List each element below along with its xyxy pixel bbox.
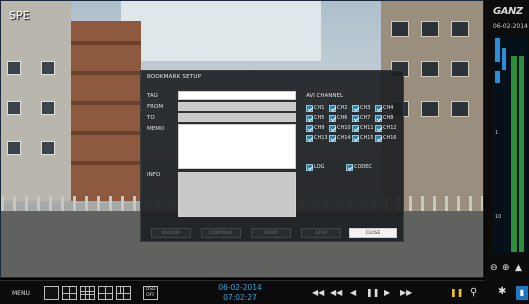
channel-checkbox-ch6[interactable]: CH6 bbox=[329, 114, 347, 122]
checkbox-icon bbox=[352, 104, 359, 112]
channel-checkbox-ch5[interactable]: CH5 bbox=[306, 114, 324, 122]
continue-button[interactable]: CONTINUE bbox=[201, 228, 241, 238]
zoom-in-icon[interactable]: ⊕ bbox=[502, 263, 510, 273]
step-forward-icon[interactable]: ▶ bbox=[384, 288, 390, 297]
channel-checkbox-ch8[interactable]: CH8 bbox=[375, 114, 393, 122]
fast-forward-icon[interactable]: ▶▶ bbox=[400, 288, 412, 297]
tag-label: TAG bbox=[147, 93, 158, 99]
checkbox-icon bbox=[306, 104, 313, 112]
memo-label: MEMO bbox=[147, 126, 165, 132]
bookmark-setup-dialog: BOOKMARK SETUP TAG FROM TO MEMO INFO AVI… bbox=[140, 70, 404, 242]
playback-time: 07:02:27 bbox=[223, 293, 257, 302]
rewind-start-icon[interactable]: ◀◀ bbox=[312, 288, 324, 297]
channel-checkbox-ch15[interactable]: CH15 bbox=[352, 134, 374, 142]
channel-checkbox-ch7[interactable]: CH7 bbox=[352, 114, 370, 122]
layout-8-icon[interactable] bbox=[98, 286, 113, 300]
fast-rewind-icon[interactable]: ◀◀ bbox=[330, 288, 342, 297]
channel-checkbox-ch14[interactable]: CH14 bbox=[329, 134, 351, 142]
layout-9-icon[interactable] bbox=[80, 286, 95, 300]
channel-checkbox-ch9[interactable]: CH9 bbox=[306, 124, 324, 132]
info-field bbox=[178, 172, 296, 217]
fullscreen-layout-icon[interactable] bbox=[44, 286, 59, 300]
pause-icon[interactable]: ❚❚ bbox=[366, 288, 379, 297]
checkbox-icon bbox=[375, 114, 382, 122]
layout-16-icon[interactable] bbox=[116, 286, 131, 300]
checkbox-icon bbox=[329, 114, 336, 122]
checkbox-icon bbox=[306, 163, 313, 171]
backup-button[interactable]: BACKUP bbox=[151, 228, 191, 238]
from-field bbox=[178, 102, 296, 111]
codec-checkbox[interactable]: CODEC bbox=[346, 163, 372, 171]
checkbox-icon bbox=[375, 124, 382, 132]
scroll-up-icon[interactable]: ▲ bbox=[515, 263, 522, 273]
log-checkbox[interactable]: LOG bbox=[306, 163, 324, 171]
channel-checkbox-ch1[interactable]: CH1 bbox=[306, 104, 324, 112]
checkbox-icon bbox=[306, 134, 313, 142]
from-label: FROM bbox=[147, 104, 164, 110]
record-segment-green bbox=[519, 56, 524, 252]
close-button[interactable]: CLOSE bbox=[349, 228, 397, 238]
building-left bbox=[1, 1, 71, 201]
record-segment-blue bbox=[495, 71, 500, 83]
record-segment-blue bbox=[495, 38, 500, 62]
pause-status-icon: ❚❚ bbox=[450, 288, 464, 297]
checkbox-icon bbox=[352, 134, 359, 142]
checkbox-icon bbox=[352, 114, 359, 122]
menu-button[interactable]: MENU bbox=[12, 290, 30, 297]
checkbox-icon bbox=[352, 124, 359, 132]
osd-off-button[interactable]: OSD OFF bbox=[143, 286, 158, 300]
dialog-title: BOOKMARK SETUP bbox=[147, 74, 202, 80]
search-icon[interactable]: ⚲ bbox=[470, 287, 477, 298]
checkbox-icon bbox=[329, 124, 336, 132]
tag-input[interactable] bbox=[178, 91, 296, 100]
ganz-logo: GANZ bbox=[493, 6, 523, 17]
record-segment-green bbox=[511, 56, 517, 252]
layout-4-icon[interactable] bbox=[62, 286, 77, 300]
checkbox-icon bbox=[346, 163, 353, 171]
checkbox-icon bbox=[375, 134, 382, 142]
sky bbox=[121, 1, 321, 61]
checkbox-icon bbox=[306, 124, 313, 132]
expand-icon[interactable]: ▮ bbox=[516, 286, 528, 300]
start-button[interactable]: START bbox=[251, 228, 291, 238]
timeline-panel: GANZ 06-02-2014 1 10 ⊖ ⊕ ▲ bbox=[485, 0, 529, 304]
checkbox-icon bbox=[306, 114, 313, 122]
channel-checkbox-ch4[interactable]: CH4 bbox=[375, 104, 393, 112]
stop-button[interactable]: STOP bbox=[301, 228, 341, 238]
channel-checkbox-ch12[interactable]: CH12 bbox=[375, 124, 397, 132]
to-label: TO bbox=[147, 115, 155, 121]
building-middle bbox=[71, 21, 141, 201]
timeline-bar[interactable]: 1 10 bbox=[493, 36, 527, 254]
channel-checkbox-ch2[interactable]: CH2 bbox=[329, 104, 347, 112]
channel-checkbox-ch3[interactable]: CH3 bbox=[352, 104, 370, 112]
to-field bbox=[178, 113, 296, 122]
checkbox-icon bbox=[329, 104, 336, 112]
checkbox-icon bbox=[375, 104, 382, 112]
channel-checkbox-ch10[interactable]: CH10 bbox=[329, 124, 351, 132]
avi-channel-header: AVI CHANNEL bbox=[306, 93, 344, 99]
record-segment-blue bbox=[502, 48, 506, 70]
zoom-out-icon[interactable]: ⊖ bbox=[490, 263, 498, 273]
memo-textarea[interactable] bbox=[178, 124, 296, 169]
timeline-tick: 1 bbox=[495, 130, 499, 136]
channel-checkbox-ch16[interactable]: CH16 bbox=[375, 134, 397, 142]
info-label: INFO bbox=[147, 172, 161, 178]
bottom-toolbar: MENU OSD OFF 06-02-2014 07:02:27 ◀◀ ◀◀ ◀ … bbox=[0, 280, 485, 304]
channel-checkbox-ch13[interactable]: CH13 bbox=[306, 134, 328, 142]
step-back-icon[interactable]: ◀ bbox=[350, 288, 356, 297]
settings-icon[interactable]: ✱ bbox=[498, 286, 506, 297]
timeline-date: 06-02-2014 bbox=[493, 23, 528, 30]
channel-checkbox-ch11[interactable]: CH11 bbox=[352, 124, 374, 132]
checkbox-icon bbox=[329, 134, 336, 142]
playback-date: 06-02-2014 bbox=[218, 283, 262, 292]
camera-label: SPE bbox=[9, 9, 30, 22]
timeline-tick: 10 bbox=[495, 214, 502, 220]
